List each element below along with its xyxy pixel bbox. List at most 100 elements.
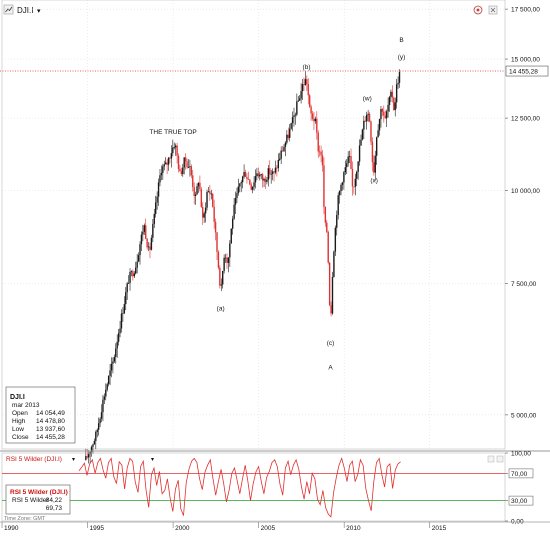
- candle-body: [260, 174, 262, 176]
- candle-body: [227, 257, 230, 263]
- candle-body: [256, 173, 258, 177]
- info-low-value: 13 937,60: [36, 426, 65, 433]
- rsi-legend-label: RSI 5 Wilder: [12, 497, 49, 504]
- price-tick-label: 12 500,00: [511, 116, 540, 123]
- candle-body: [202, 206, 204, 218]
- candle-body: [146, 238, 148, 248]
- candle-body: [266, 179, 268, 183]
- candle-body: [190, 166, 193, 176]
- candle-body: [276, 167, 278, 169]
- candle-body: [366, 114, 368, 122]
- candle-body: [250, 184, 252, 190]
- candle-body: [231, 218, 234, 229]
- candle-body: [120, 313, 123, 329]
- candle-body: [207, 191, 210, 192]
- candle-body: [107, 375, 110, 385]
- candle-body: [328, 262, 331, 306]
- candle-body: [182, 167, 184, 175]
- candle-body: [350, 156, 352, 169]
- close-icon[interactable]: [488, 5, 498, 15]
- rsi-panel-chevron-icon[interactable]: ▾: [72, 457, 75, 463]
- gear-icon[interactable]: [473, 5, 483, 15]
- candle-body: [357, 161, 359, 172]
- candle-body: [326, 222, 328, 233]
- candle-body: [156, 196, 158, 203]
- candle-body: [246, 176, 248, 179]
- candle-body: [334, 227, 337, 252]
- candle-body: [270, 173, 272, 175]
- candle-body: [192, 175, 194, 188]
- ohlc-info-box: DJI.I mar 2013 Open 14 054,49 High 14 47…: [5, 386, 76, 444]
- candle-body: [186, 161, 188, 168]
- candle-body: [298, 98, 301, 101]
- candle-body: [217, 251, 220, 268]
- candle-body: [343, 172, 345, 183]
- candle-body: [170, 153, 173, 159]
- candle-body: [212, 193, 214, 207]
- candle-body: [174, 145, 177, 148]
- candle-body: [197, 182, 200, 187]
- candle-body: [378, 119, 381, 131]
- chevron-down-icon[interactable]: ▾: [37, 8, 41, 15]
- candle-body: [261, 174, 264, 181]
- time-tick-label: 1995: [90, 525, 105, 532]
- candle-body: [85, 456, 87, 460]
- wave-label: (x): [370, 177, 378, 184]
- rsi-marker-icon: ▾: [151, 457, 154, 463]
- candle-body: [254, 176, 257, 183]
- candle-body: [115, 348, 117, 357]
- candle-body: [109, 370, 111, 376]
- candle-body: [140, 234, 143, 245]
- candle-body: [233, 204, 235, 219]
- candle-body: [394, 102, 396, 110]
- candle-body: [157, 182, 160, 197]
- candle-body: [347, 156, 349, 164]
- candle-body: [269, 168, 271, 175]
- candle-body: [241, 176, 244, 183]
- candle-body: [308, 95, 311, 107]
- candle-body: [307, 83, 309, 96]
- candle-body: [152, 223, 154, 238]
- candle-body: [381, 109, 384, 112]
- candle-body: [264, 178, 267, 183]
- candle-body: [139, 244, 141, 256]
- candle-body: [210, 193, 212, 195]
- candle-body: [249, 179, 251, 185]
- symbol-title[interactable]: DJI.I: [17, 6, 33, 15]
- candle-body: [259, 174, 261, 177]
- candle-body: [291, 117, 294, 124]
- candle-body: [311, 113, 314, 119]
- candle-body: [177, 155, 180, 169]
- candle-body: [306, 79, 308, 84]
- candle-body: [313, 118, 315, 122]
- rsi-legend-value: 84,22: [46, 497, 63, 504]
- rsi-second-value: 69,73: [46, 505, 63, 512]
- time-tick-label: 1990: [4, 525, 19, 532]
- price-tick-label: 17 500,00: [511, 7, 540, 14]
- candle-body: [367, 113, 369, 115]
- rsi-legend-title: RSI 5 Wilder (DJI.I): [10, 489, 68, 496]
- price-tick-label: 15 000,00: [511, 57, 540, 64]
- candle-body: [331, 277, 334, 314]
- candle-body: [267, 168, 270, 180]
- candle-body: [317, 132, 319, 152]
- candle-body: [169, 157, 171, 159]
- candle-body: [371, 141, 374, 163]
- timezone-label: Time Zone: GMT: [4, 516, 46, 522]
- candle-body: [271, 171, 274, 174]
- candle-body: [117, 333, 120, 342]
- candle-body: [234, 197, 237, 205]
- candle-body: [356, 171, 358, 179]
- candle-body: [206, 191, 208, 208]
- candle-body: [105, 389, 107, 397]
- candle-body: [384, 115, 386, 119]
- candle-body: [397, 82, 399, 85]
- candle-body: [383, 111, 385, 116]
- candle-body: [194, 194, 197, 197]
- candle-body: [273, 171, 275, 173]
- wave-label: A: [328, 365, 333, 372]
- info-high-value: 14 478,80: [36, 418, 65, 425]
- chart-type-icon[interactable]: [3, 4, 14, 15]
- candle-body: [229, 243, 231, 258]
- candle-body: [344, 167, 347, 173]
